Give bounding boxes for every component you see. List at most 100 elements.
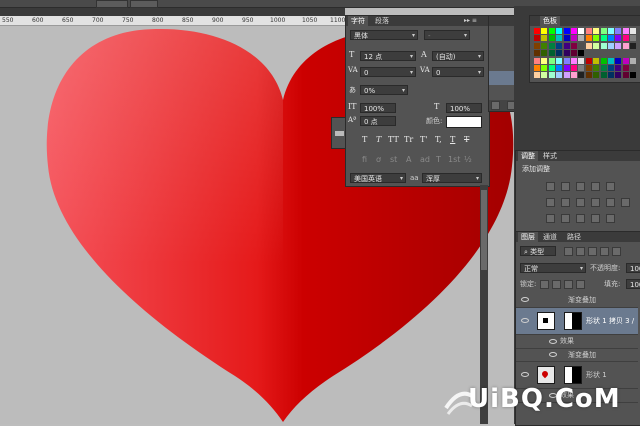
lock-pixels-icon[interactable] [552, 280, 561, 289]
all-caps-button[interactable]: TT [388, 135, 399, 144]
tracking-field[interactable]: 0 ▾ [432, 67, 484, 77]
visibility-eye-icon[interactable] [549, 352, 557, 357]
color-swatch[interactable] [563, 35, 570, 42]
color-swatch[interactable] [615, 42, 622, 49]
old-style-button[interactable]: ơ [376, 155, 381, 164]
color-swatch[interactable] [541, 35, 548, 42]
tab-swatches[interactable]: 色板 [540, 16, 560, 26]
gradient-icon[interactable] [606, 182, 615, 191]
color-swatch[interactable] [622, 57, 629, 64]
selective-color-icon[interactable] [591, 214, 600, 223]
options-button[interactable] [96, 0, 128, 8]
color-swatch[interactable] [534, 28, 540, 34]
color-swatch[interactable] [556, 72, 563, 79]
color-swatch[interactable] [630, 72, 637, 79]
color-swatch[interactable] [571, 72, 577, 79]
stylistic-alternates-button[interactable]: ad [420, 155, 430, 164]
color-swatch[interactable] [630, 65, 637, 71]
color-swatch[interactable] [600, 65, 607, 71]
ligature-button[interactable]: fi [362, 155, 367, 164]
color-swatch[interactable] [556, 57, 563, 64]
color-swatch[interactable] [608, 35, 614, 42]
color-swatch[interactable] [534, 50, 540, 57]
tab-layers[interactable]: 图层 [518, 232, 538, 242]
color-swatch[interactable] [563, 57, 570, 64]
filter-shape-icon[interactable] [600, 247, 609, 256]
color-swatch[interactable] [556, 28, 563, 34]
color-swatch[interactable] [571, 50, 577, 57]
hue-saturation-icon[interactable] [561, 198, 570, 207]
lock-position-icon[interactable] [564, 280, 573, 289]
visibility-eye-icon[interactable] [521, 297, 529, 302]
exposure-icon[interactable] [591, 182, 600, 191]
superscript-button[interactable]: T' [420, 135, 428, 144]
color-swatch[interactable] [593, 65, 600, 71]
color-swatch[interactable] [548, 35, 555, 42]
color-swatch[interactable] [593, 57, 600, 64]
visibility-eye-icon[interactable] [549, 339, 557, 344]
tab-adjustments[interactable]: 调整 [518, 151, 538, 161]
color-swatch[interactable] [534, 65, 540, 71]
tab-paragraph[interactable]: 段落 [372, 16, 392, 26]
color-swatch[interactable] [593, 35, 600, 42]
levels-icon[interactable] [561, 182, 570, 191]
color-swatch[interactable] [585, 72, 592, 79]
color-swatch[interactable] [593, 72, 600, 79]
color-swatch[interactable] [548, 28, 555, 34]
color-swatch[interactable] [608, 42, 614, 49]
vertical-scale-field[interactable]: 100% [360, 103, 396, 113]
opacity-field[interactable]: 100% [626, 263, 640, 273]
discretionary-ligature-button[interactable]: st [390, 155, 397, 164]
fractions-button[interactable]: ½ [464, 155, 472, 164]
color-swatch[interactable] [578, 28, 585, 34]
tab-styles[interactable]: 样式 [540, 151, 560, 161]
strikethrough-button[interactable]: T [464, 135, 469, 144]
color-swatch[interactable] [534, 57, 540, 64]
lock-all-icon[interactable] [576, 280, 585, 289]
swatch-grid[interactable] [534, 28, 638, 80]
tab-channels[interactable]: 通道 [540, 232, 560, 242]
color-swatch[interactable] [548, 42, 555, 49]
vibrance-icon[interactable] [546, 198, 555, 207]
color-swatch[interactable] [534, 35, 540, 42]
color-swatch[interactable] [600, 28, 607, 34]
color-swatch[interactable] [585, 65, 592, 71]
lock-transparent-icon[interactable] [540, 280, 549, 289]
color-swatch[interactable] [563, 65, 570, 71]
color-swatch[interactable] [571, 57, 577, 64]
layer-effect-row[interactable]: 渐变叠加 [516, 293, 638, 308]
text-color-swatch[interactable] [446, 116, 482, 128]
leading-field[interactable]: (自动) ▾ [432, 51, 484, 61]
color-swatch[interactable] [622, 35, 629, 42]
brightness-icon[interactable] [546, 182, 555, 191]
color-swatch[interactable] [556, 50, 563, 57]
color-swatch[interactable] [608, 72, 614, 79]
color-swatch[interactable] [578, 65, 585, 71]
color-swatch[interactable] [593, 42, 600, 49]
color-swatch[interactable] [541, 65, 548, 71]
titling-alternates-button[interactable]: T [436, 155, 441, 164]
color-swatch[interactable] [563, 28, 570, 34]
color-swatch[interactable] [608, 57, 614, 64]
color-swatch[interactable] [541, 50, 548, 57]
threshold-icon[interactable] [576, 214, 585, 223]
color-swatch[interactable] [578, 42, 585, 49]
color-swatch[interactable] [578, 50, 585, 57]
new-item-icon[interactable] [491, 101, 500, 110]
color-swatch[interactable] [615, 65, 622, 71]
layer-effect-row[interactable]: 渐变叠加 [516, 349, 638, 362]
color-swatch[interactable] [600, 72, 607, 79]
layer-row-selected[interactable]: 形状 1 拷贝 3 / [516, 308, 638, 335]
color-swatch[interactable] [578, 35, 585, 42]
horizontal-scale-field[interactable]: 100% [446, 103, 482, 113]
color-swatch[interactable] [585, 42, 592, 49]
layer-filter-select[interactable]: ⌕ 类型 [520, 246, 556, 256]
color-swatch[interactable] [541, 28, 548, 34]
color-swatch[interactable] [541, 42, 548, 49]
faux-italic-button[interactable]: T [376, 135, 381, 144]
color-swatch[interactable] [608, 65, 614, 71]
invert-icon[interactable] [546, 214, 555, 223]
color-swatch[interactable] [571, 35, 577, 42]
antialias-select[interactable]: 浑厚 ▾ [422, 173, 482, 183]
channel-mixer-icon[interactable] [621, 198, 630, 207]
